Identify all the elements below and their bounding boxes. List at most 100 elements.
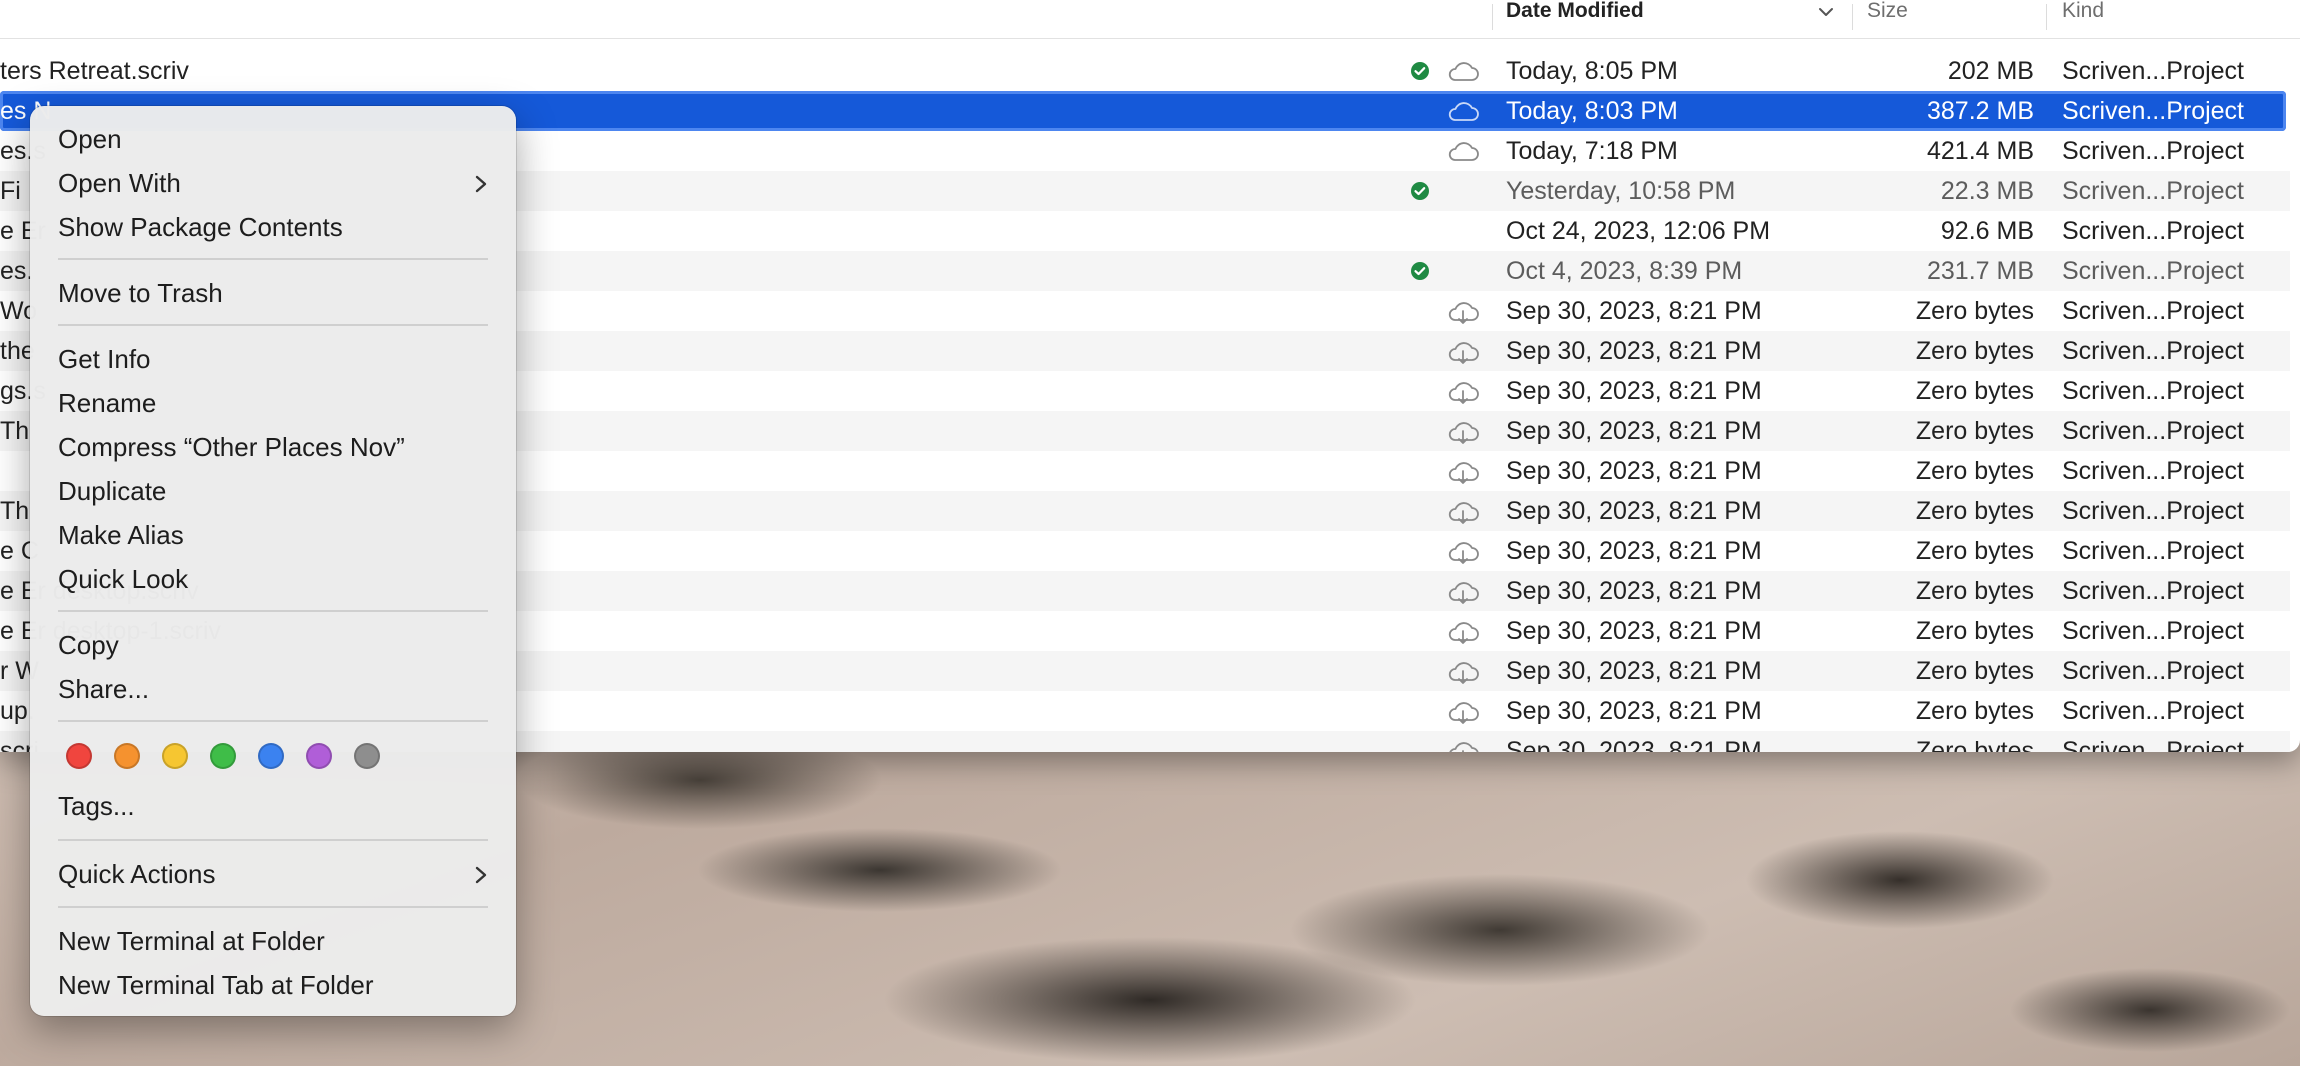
size-cell-container: Zero bytes — [1860, 451, 2034, 491]
column-header-kind[interactable]: Kind — [2062, 0, 2104, 38]
tag-color-dot[interactable] — [258, 743, 284, 769]
menu-item-new-terminal-tab-at-folder[interactable]: New Terminal Tab at Folder — [30, 965, 516, 1005]
menu-item-label: Show Package Contents — [58, 212, 343, 242]
date-modified-cell: Sep 30, 2023, 8:21 PM — [1506, 737, 1762, 752]
size-cell-container: 92.6 MB — [1860, 211, 2034, 251]
menu-item-move-to-trash[interactable]: Move to Trash — [30, 273, 516, 313]
menu-item-open[interactable]: Open — [30, 119, 516, 159]
chevron-down-icon[interactable] — [1818, 4, 1834, 20]
cloud-download-icon[interactable] — [1446, 619, 1480, 645]
size-cell-container: Zero bytes — [1860, 731, 2034, 752]
size-cell: Zero bytes — [1915, 537, 2034, 565]
file-name: Th — [0, 497, 30, 525]
kind-cell: Scriven...Project — [2062, 137, 2245, 165]
tag-color-dot[interactable] — [114, 743, 140, 769]
cloud-download-icon[interactable] — [1446, 739, 1480, 752]
tag-color-dot[interactable] — [66, 743, 92, 769]
tag-color-dot[interactable] — [162, 743, 188, 769]
size-cell-container: Zero bytes — [1860, 651, 2034, 691]
tag-color-dot[interactable] — [210, 743, 236, 769]
file-name: Th — [0, 417, 30, 445]
size-cell: Zero bytes — [1915, 577, 2034, 605]
menu-item-label: Rename — [58, 388, 157, 418]
size-cell: Zero bytes — [1915, 697, 2034, 725]
column-header-size[interactable]: Size — [1867, 0, 1908, 38]
date-modified-cell: Oct 24, 2023, 12:06 PM — [1506, 217, 1771, 245]
cloud-download-icon[interactable] — [1446, 379, 1480, 405]
size-cell-container: 231.7 MB — [1860, 251, 2034, 291]
table-row[interactable]: ters Retreat.scriv Today, 8:05 PM 202 MB Sc… — [0, 51, 2290, 91]
kind-cell: Scriven...Project — [2062, 697, 2245, 725]
menu-item-quick-look[interactable]: Quick Look — [30, 559, 516, 599]
date-modified-cell: Sep 30, 2023, 8:21 PM — [1506, 457, 1762, 485]
menu-separator — [58, 610, 488, 612]
date-modified-cell: Oct 4, 2023, 8:39 PM — [1506, 257, 1743, 285]
cloud-download-icon[interactable] — [1446, 699, 1480, 725]
menu-item-copy[interactable]: Copy — [30, 625, 516, 665]
synced-check-icon — [1411, 182, 1429, 200]
cloud-download-icon[interactable] — [1446, 459, 1480, 485]
cloud-download-icon[interactable] — [1446, 419, 1480, 445]
size-cell-container: Zero bytes — [1860, 371, 2034, 411]
menu-item-label: Copy — [58, 630, 119, 660]
file-name: Fi — [0, 177, 21, 205]
size-cell: 231.7 MB — [1926, 257, 2034, 285]
menu-item-tags[interactable]: Tags... — [30, 786, 516, 826]
size-cell: 22.3 MB — [1940, 177, 2034, 205]
menu-separator — [58, 258, 488, 260]
size-cell: Zero bytes — [1915, 737, 2034, 752]
menu-item-quick-actions[interactable]: Quick Actions — [30, 854, 516, 894]
column-separator — [1852, 4, 1853, 30]
menu-item-show-package-contents[interactable]: Show Package Contents — [30, 207, 516, 247]
column-header-date-modified[interactable]: Date Modified — [1506, 0, 1644, 38]
cloud-download-icon[interactable] — [1446, 539, 1480, 565]
tag-color-dot[interactable] — [354, 743, 380, 769]
menu-item-open-with[interactable]: Open With — [30, 163, 516, 203]
synced-check-icon — [1411, 62, 1429, 80]
menu-item-new-terminal-at-folder[interactable]: New Terminal at Folder — [30, 921, 516, 961]
cloud-download-icon[interactable] — [1446, 299, 1480, 325]
chevron-right-icon — [475, 175, 487, 193]
menu-item-rename[interactable]: Rename — [30, 383, 516, 423]
menu-item-label: Duplicate — [58, 476, 167, 506]
menu-item-label: Share... — [58, 674, 150, 704]
cloud-download-icon[interactable] — [1446, 339, 1480, 365]
menu-item-get-info[interactable]: Get Info — [30, 339, 516, 379]
menu-item-compress[interactable]: Compress “Other Places Nov” — [30, 427, 516, 467]
date-modified-cell: Sep 30, 2023, 8:21 PM — [1506, 617, 1762, 645]
kind-cell: Scriven...Project — [2062, 417, 2245, 445]
size-cell-container: Zero bytes — [1860, 411, 2034, 451]
cloud-icon — [1448, 62, 1479, 81]
menu-item-duplicate[interactable]: Duplicate — [30, 471, 516, 511]
cloud-icon — [1448, 102, 1479, 121]
menu-item-label: Compress “Other Places Nov” — [58, 432, 405, 462]
size-cell-container: 387.2 MB — [1860, 91, 2034, 131]
list-header: Date Modified Size Kind — [0, 0, 2300, 39]
date-modified-cell: Today, 8:05 PM — [1506, 57, 1678, 85]
size-cell-container: Zero bytes — [1860, 331, 2034, 371]
tag-color-dot[interactable] — [306, 743, 332, 769]
size-cell: Zero bytes — [1915, 377, 2034, 405]
kind-cell: Scriven...Project — [2062, 537, 2245, 565]
cloud-icon — [1448, 142, 1479, 161]
menu-item-share[interactable]: Share... — [30, 669, 516, 709]
size-cell: Zero bytes — [1915, 617, 2034, 645]
cloud-download-icon[interactable] — [1446, 659, 1480, 685]
size-cell: Zero bytes — [1915, 337, 2034, 365]
cloud-download-icon[interactable] — [1446, 579, 1480, 605]
date-modified-cell: Sep 30, 2023, 8:21 PM — [1506, 417, 1762, 445]
date-modified-cell: Today, 8:03 PM — [1506, 97, 1678, 125]
menu-separator — [58, 324, 488, 326]
menu-item-make-alias[interactable]: Make Alias — [30, 515, 516, 555]
file-name: es. — [0, 257, 34, 285]
kind-cell: Scriven...Project — [2062, 737, 2245, 752]
menu-item-label: Quick Actions — [58, 859, 216, 889]
cloud-download-icon[interactable] — [1446, 499, 1480, 525]
kind-cell: Scriven...Project — [2062, 377, 2245, 405]
date-modified-cell: Sep 30, 2023, 8:21 PM — [1506, 377, 1762, 405]
size-cell: 202 MB — [1947, 57, 2034, 85]
date-modified-cell: Sep 30, 2023, 8:21 PM — [1506, 657, 1762, 685]
menu-item-label: New Terminal Tab at Folder — [58, 970, 374, 1000]
menu-item-label: Tags... — [58, 791, 135, 821]
context-menu: Open Open With Show Package Contents Mov… — [30, 106, 516, 1016]
